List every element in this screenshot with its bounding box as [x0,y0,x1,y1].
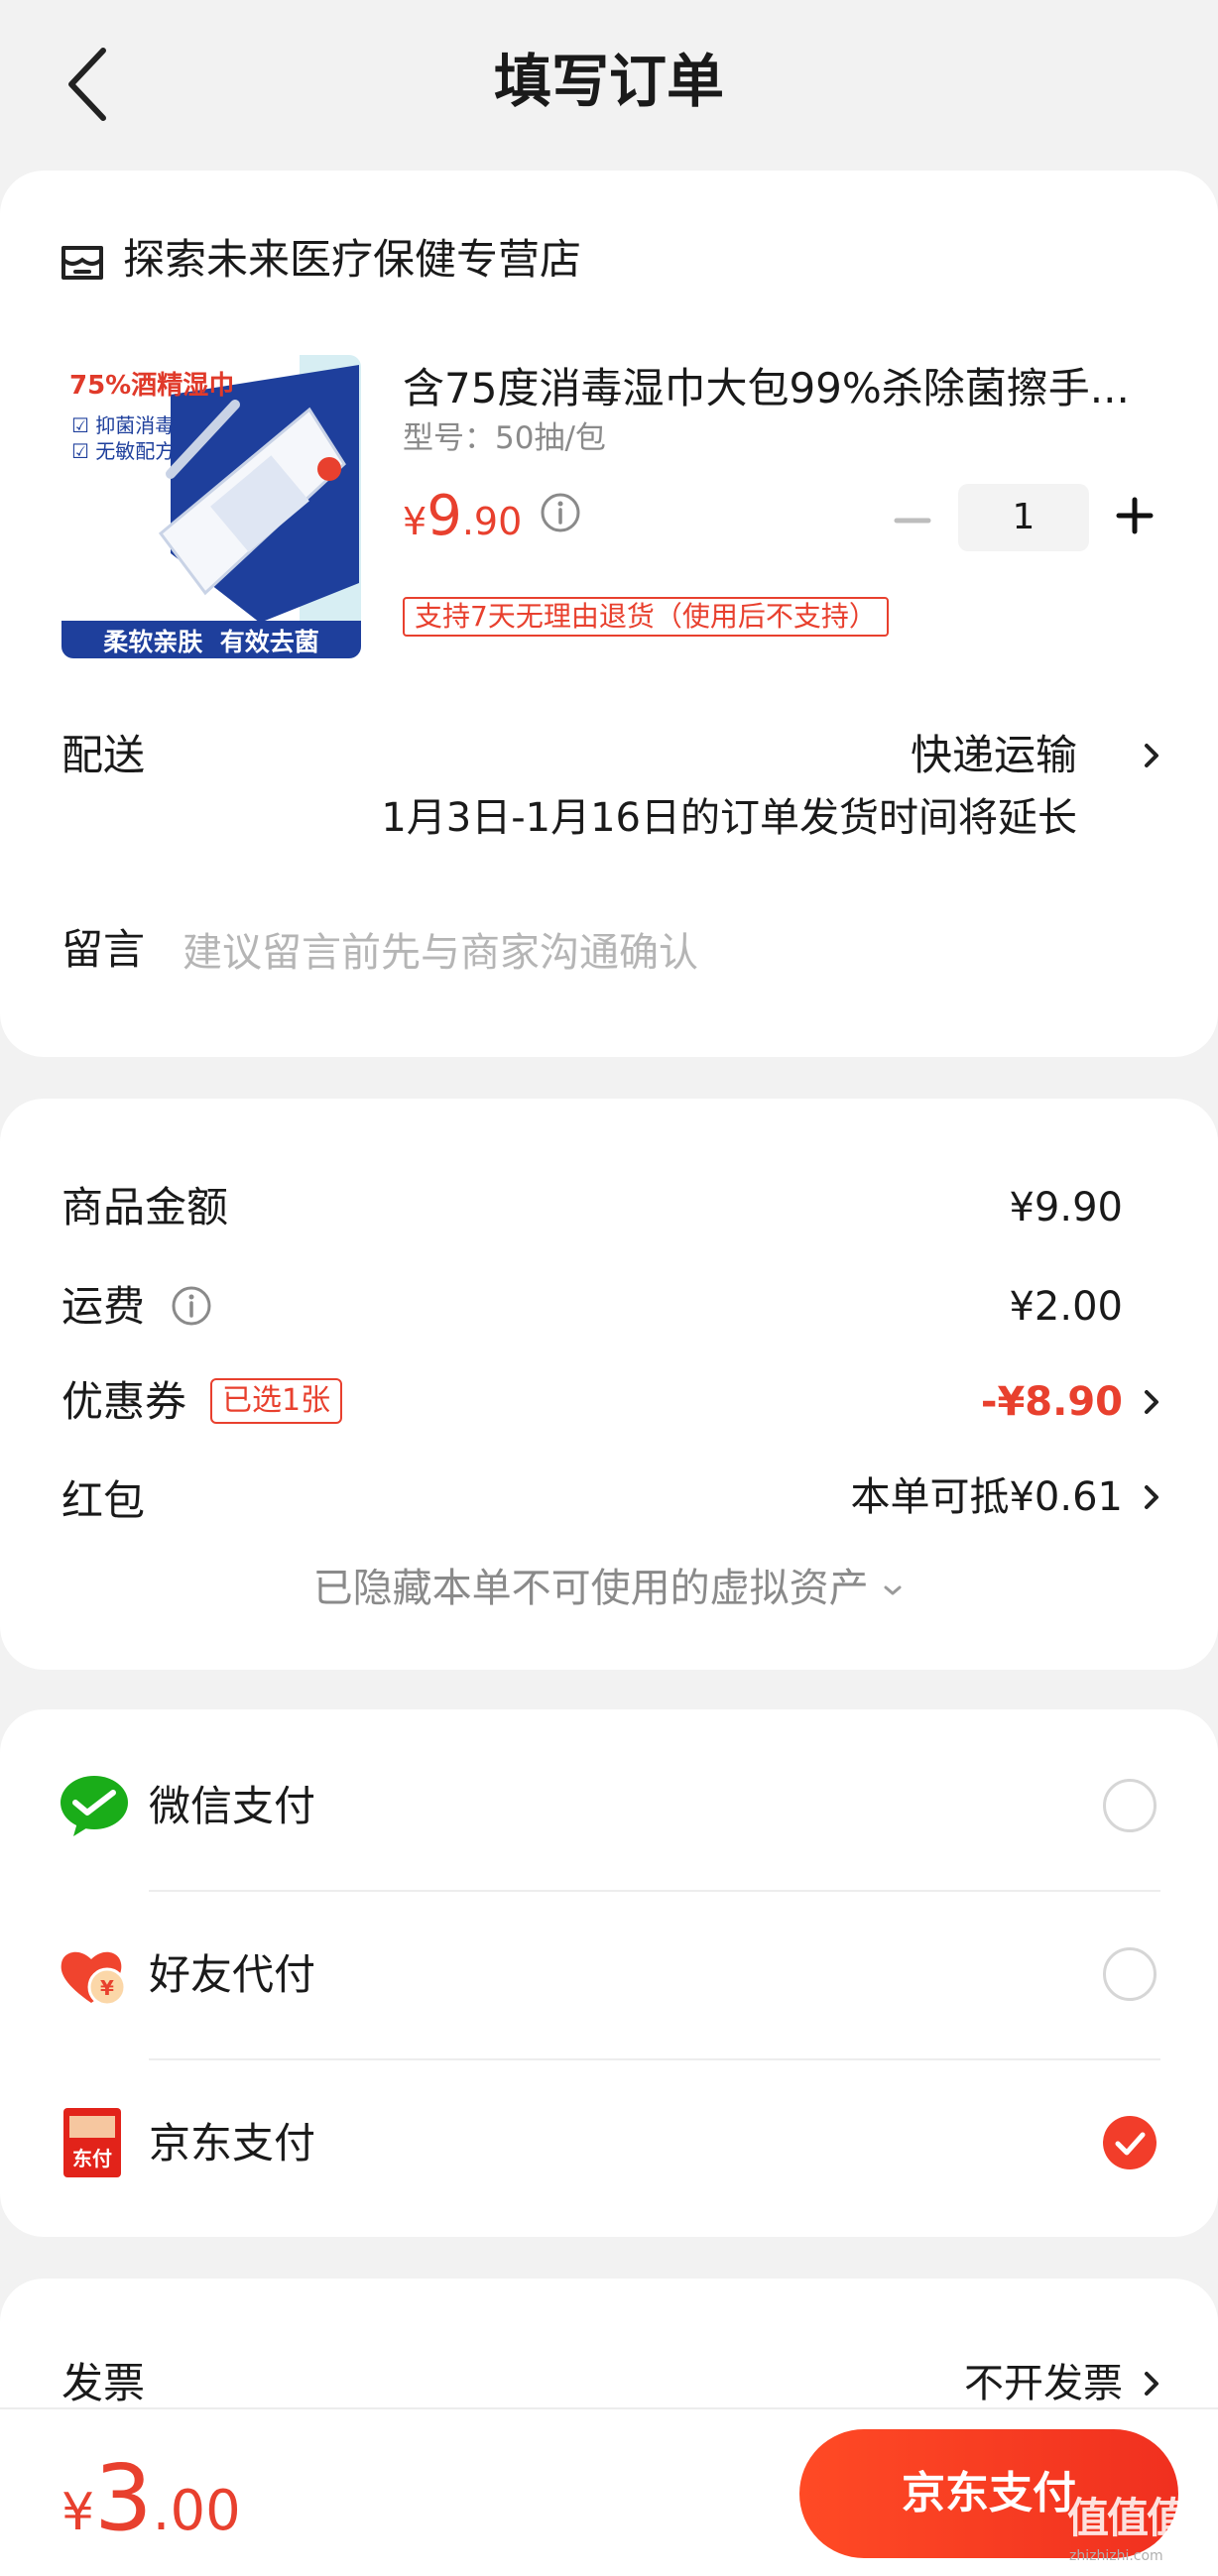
goods-amount-value: ¥9.90 [1009,1185,1123,1230]
chevron-down-icon [884,1585,902,1595]
hidden-assets-toggle[interactable]: 已隐藏本单不可使用的虚拟资产 [0,1559,1218,1618]
product-price: ¥9.90 [403,482,522,564]
radio-wechat-pay[interactable] [1103,1779,1157,1832]
note-label: 留言 [61,925,146,974]
product-spec: 型号：50抽/包 [403,420,606,456]
divider [149,2058,1160,2060]
coupon-label: 优惠券 [61,1377,187,1426]
friend-pay-icon: ¥ [61,1951,127,2007]
shipping-fee-value: ¥2.00 [1009,1284,1123,1330]
invoice-label: 发票 [61,2359,146,2407]
order-total: ¥3.00 [61,2449,241,2574]
delivery-chevron-right-icon[interactable] [1139,736,1164,775]
red-packet-value[interactable]: 本单可抵¥0.61 [850,1467,1123,1527]
shop-name[interactable]: 探索未来医疗保健专营店 [123,230,581,290]
watermark-url: zhizhizhi.com [1069,2548,1163,2564]
product-image-tag-2: 无敏配方 [95,439,176,463]
total-currency: ¥ [61,2483,95,2542]
total-integer: 3 [94,2445,153,2551]
hidden-assets-text: 已隐藏本单不可使用的虚拟资产 [312,1566,869,1611]
product-title[interactable]: 含75度消毒湿巾大包99%杀除菌擦手... [403,359,1157,418]
coupon-selected-badge: 已选1张 [210,1378,343,1424]
price-info-icon[interactable] [540,492,581,533]
divider [149,1890,1160,1892]
coupon-chevron-right-icon[interactable] [1139,1382,1164,1422]
wechat-pay-icon [61,1776,128,1836]
quantity-decrease-button[interactable] [893,501,932,540]
total-decimal: .00 [152,2479,241,2543]
svg-text:¥: ¥ [100,1976,114,2000]
shop-icon [61,246,103,280]
coupon-discount-value[interactable]: -¥8.90 [981,1372,1123,1432]
red-packet-chevron-right-icon[interactable] [1139,1477,1164,1517]
payment-label-wechat: 微信支付 [149,1782,316,1830]
product-image-slogan: 柔软亲肤 有效去菌 [103,628,319,656]
radio-friend-pay[interactable] [1103,1947,1157,2001]
product-image-tag-1: 抑菌消毒 [95,413,176,437]
product-image-headline: 75%酒精湿巾 [69,371,235,401]
goods-amount-label: 商品金额 [61,1183,229,1231]
watermark: 值值值 [1067,2494,1188,2542]
product-price-currency: ¥ [403,500,427,543]
svg-text:东付: 东付 [72,2147,112,2170]
payment-label-friend: 好友代付 [149,1950,316,1999]
delivery-notice: 1月3日-1月16日的订单发货时间将延长 [381,795,1077,841]
payment-label-jd: 京东支付 [149,2119,316,2167]
product-price-integer: 9 [426,484,462,548]
delivery-label: 配送 [61,731,146,779]
delivery-method[interactable]: 快递运输 [911,726,1077,785]
shipping-info-icon[interactable] [171,1285,212,1327]
jd-pay-icon: 东付 [63,2108,121,2177]
invoice-value[interactable]: 不开发票 [964,2354,1123,2413]
quantity-increase-button[interactable] [1115,496,1155,535]
note-input[interactable] [183,918,1135,988]
page-title: 填写订单 [493,48,724,115]
invoice-chevron-right-icon[interactable] [1139,2364,1164,2403]
quantity-value[interactable]: 1 [958,484,1089,551]
product-price-decimal: .90 [461,500,523,543]
shipping-fee-label: 运费 [61,1282,146,1331]
red-packet-label: 红包 [61,1476,146,1525]
return-policy-badge: 支持7天无理由退货（使用后不支持） [403,597,889,637]
product-image[interactable]: 75%酒精湿巾 ☑ 抑菌消毒 ☑ 无敏配方 柔软亲肤 有效去菌 [61,355,361,658]
radio-jd-pay-checked-icon[interactable] [1103,2116,1157,2169]
